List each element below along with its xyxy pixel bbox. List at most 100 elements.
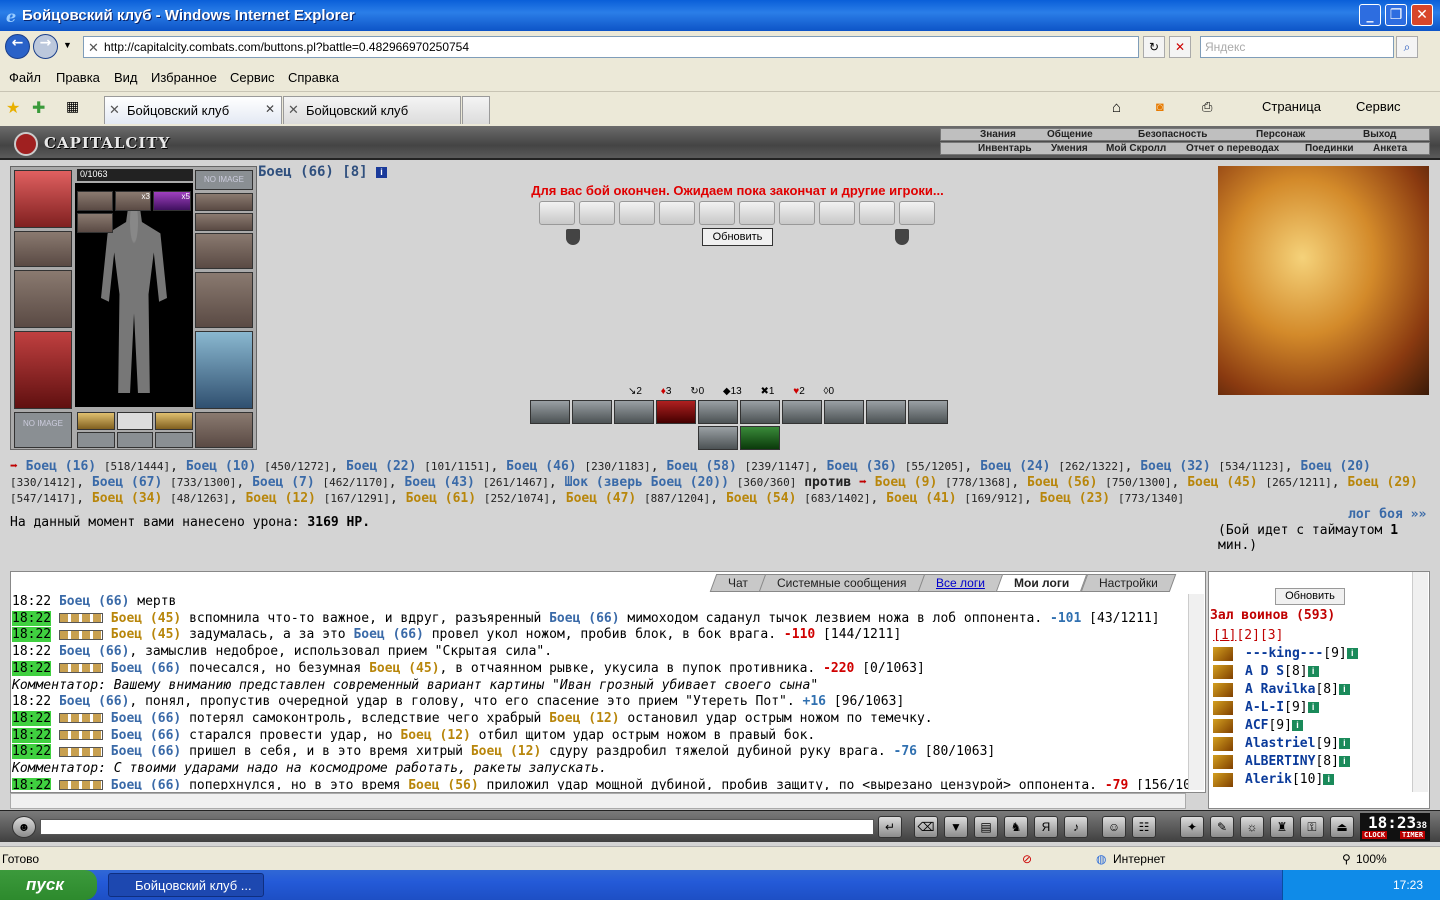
scroll-slot[interactable] — [155, 432, 193, 448]
refresh-button[interactable]: Обновить — [702, 228, 773, 246]
player-row[interactable]: Alastriel[9] i — [1213, 736, 1413, 754]
chat-input[interactable] — [40, 819, 874, 835]
boots-slot[interactable] — [195, 412, 253, 448]
scroll-slot[interactable] — [155, 412, 193, 430]
fighter-link[interactable]: Боец (66) — [59, 694, 129, 709]
fighter-link[interactable]: Боец (7) — [252, 475, 315, 490]
search-input[interactable]: Яндекс — [1200, 36, 1394, 58]
fighter-link[interactable]: Боец (20) — [1300, 459, 1370, 474]
helmet-slot[interactable] — [14, 170, 72, 228]
zoom-level[interactable]: 100% — [1356, 852, 1387, 866]
skill-button[interactable] — [530, 400, 570, 424]
scroll-slot[interactable]: x5 — [153, 191, 191, 211]
earring-slot[interactable]: NO IMAGE — [195, 170, 253, 190]
skill-button[interactable] — [698, 426, 738, 450]
action-slot[interactable] — [579, 201, 615, 225]
player-name[interactable]: A Ravilka — [1245, 682, 1315, 697]
maximize-button[interactable]: ❐ — [1385, 4, 1407, 26]
fighter-link[interactable]: Боец (12) — [549, 711, 619, 726]
new-tab-button[interactable] — [462, 96, 490, 124]
player-name[interactable]: A-L-I — [1245, 700, 1284, 715]
info-icon[interactable]: i — [1338, 684, 1350, 695]
info-icon[interactable]: i — [1346, 648, 1358, 659]
page-link[interactable]: [1] — [1213, 628, 1236, 643]
info-icon[interactable]: i — [376, 166, 388, 178]
favorites-star-icon[interactable]: ★ — [6, 98, 20, 118]
chat-smile-icon[interactable]: ☻ — [12, 816, 36, 838]
nav-fights[interactable]: Поединки — [1305, 143, 1354, 154]
fighter-link[interactable]: Боец (45) — [111, 627, 181, 642]
lock-icon[interactable]: ⚿ — [1300, 816, 1324, 838]
player-row[interactable]: Alerik[10] i — [1213, 772, 1413, 790]
menu-view[interactable]: Вид — [114, 70, 138, 85]
scroll-slot[interactable] — [117, 432, 153, 448]
fighter-link[interactable]: Боец (66) — [111, 661, 181, 676]
fighter-link[interactable]: Боец (66) — [111, 744, 181, 759]
eraser-icon[interactable]: ⌫ — [914, 816, 938, 838]
info-icon[interactable]: i — [1307, 666, 1319, 677]
action-slot[interactable] — [619, 201, 655, 225]
scroll-slot[interactable] — [77, 412, 115, 430]
info-icon[interactable]: i — [1323, 774, 1335, 785]
tab-close-icon[interactable]: ✕ — [265, 102, 275, 116]
stop-button[interactable]: ✕ — [1169, 36, 1191, 58]
quest-icon[interactable]: ✎ — [1210, 816, 1234, 838]
fighter-link[interactable]: Боец (66) — [111, 778, 181, 790]
fighter-link[interactable]: Боец (45) — [369, 661, 439, 676]
fighter-link[interactable]: Боец (9) — [875, 475, 938, 490]
fighter-link[interactable]: Боец (45) — [1187, 475, 1257, 490]
forward-button[interactable]: → — [33, 34, 58, 59]
menu-tools[interactable]: Сервис — [230, 70, 275, 85]
fighter-link[interactable]: Боец (45) — [111, 611, 181, 626]
fighter-link[interactable]: Боец (16) — [26, 459, 96, 474]
home-icon[interactable]: ⌂ — [1112, 99, 1121, 116]
map-icon[interactable]: ☼ — [1240, 816, 1264, 838]
necklace-slot[interactable] — [195, 193, 253, 211]
belt-slot[interactable]: NO IMAGE — [14, 412, 72, 448]
fighter-icon[interactable]: ♞ — [1004, 816, 1028, 838]
address-field[interactable]: ✕ http://capitalcity.combats.com/buttons… — [83, 36, 1139, 58]
fighter-link[interactable]: Боец (23) — [1040, 491, 1110, 506]
player-name[interactable]: ALBERTINY — [1245, 754, 1315, 769]
close-button[interactable]: ✕ — [1411, 4, 1433, 26]
taskbar-ie-window[interactable]: Бойцовский клуб ... — [108, 873, 264, 897]
action-slot[interactable] — [539, 201, 575, 225]
scroll-slot[interactable] — [77, 432, 115, 448]
nav-knowledge[interactable]: Знания — [980, 129, 1016, 140]
skill-button[interactable] — [698, 400, 738, 424]
info-icon[interactable]: i — [1338, 756, 1350, 767]
fighter-link[interactable]: Боец (58) — [666, 459, 736, 474]
nav-community[interactable]: Общение — [1047, 129, 1093, 140]
gloves-slot[interactable] — [195, 233, 253, 269]
nav-skills[interactable]: Умения — [1051, 143, 1088, 154]
fighter-link[interactable]: Боец (34) — [92, 491, 162, 506]
weapon-slot[interactable] — [14, 270, 72, 328]
player-row[interactable]: ALBERTINY[8] i — [1213, 754, 1413, 772]
log-scrollbar[interactable] — [1188, 594, 1204, 790]
skill-button[interactable] — [824, 400, 864, 424]
fighter-link[interactable]: Боец (32) — [1140, 459, 1210, 474]
fighter-link[interactable]: Боец (41) — [886, 491, 956, 506]
filter-icon[interactable]: ▼ — [944, 816, 968, 838]
clan-icon[interactable]: ♜ — [1270, 816, 1294, 838]
popup-blocker-icon[interactable]: ⊘ — [1022, 852, 1032, 866]
player-row[interactable]: A D S[8] i — [1213, 664, 1413, 682]
tab-chat[interactable]: Чат — [709, 574, 767, 592]
fighter-link[interactable]: Боец (54) — [726, 491, 796, 506]
log-hscrollbar[interactable] — [10, 793, 1186, 809]
shield-slot[interactable] — [195, 272, 253, 328]
fighter-link[interactable]: Боец (66) — [549, 611, 619, 626]
nav-transfers[interactable]: Отчет о переводах — [1186, 143, 1279, 154]
fighter-link[interactable]: Боец (22) — [346, 459, 416, 474]
tab-all-logs[interactable]: Все логи — [917, 574, 1004, 592]
skill-button[interactable] — [740, 426, 780, 450]
fighter-link[interactable]: Боец (56) — [1027, 475, 1097, 490]
legs-slot[interactable] — [195, 331, 253, 409]
fighter-link[interactable]: Боец (12) — [400, 728, 470, 743]
action-slot[interactable] — [859, 201, 895, 225]
fighter-link[interactable]: Боец (66) — [111, 728, 181, 743]
book-icon[interactable]: ▤ — [974, 816, 998, 838]
skill-button[interactable] — [866, 400, 906, 424]
nav-character[interactable]: Персонаж — [1256, 129, 1305, 140]
fighter-link[interactable]: Боец (56) — [408, 778, 478, 790]
